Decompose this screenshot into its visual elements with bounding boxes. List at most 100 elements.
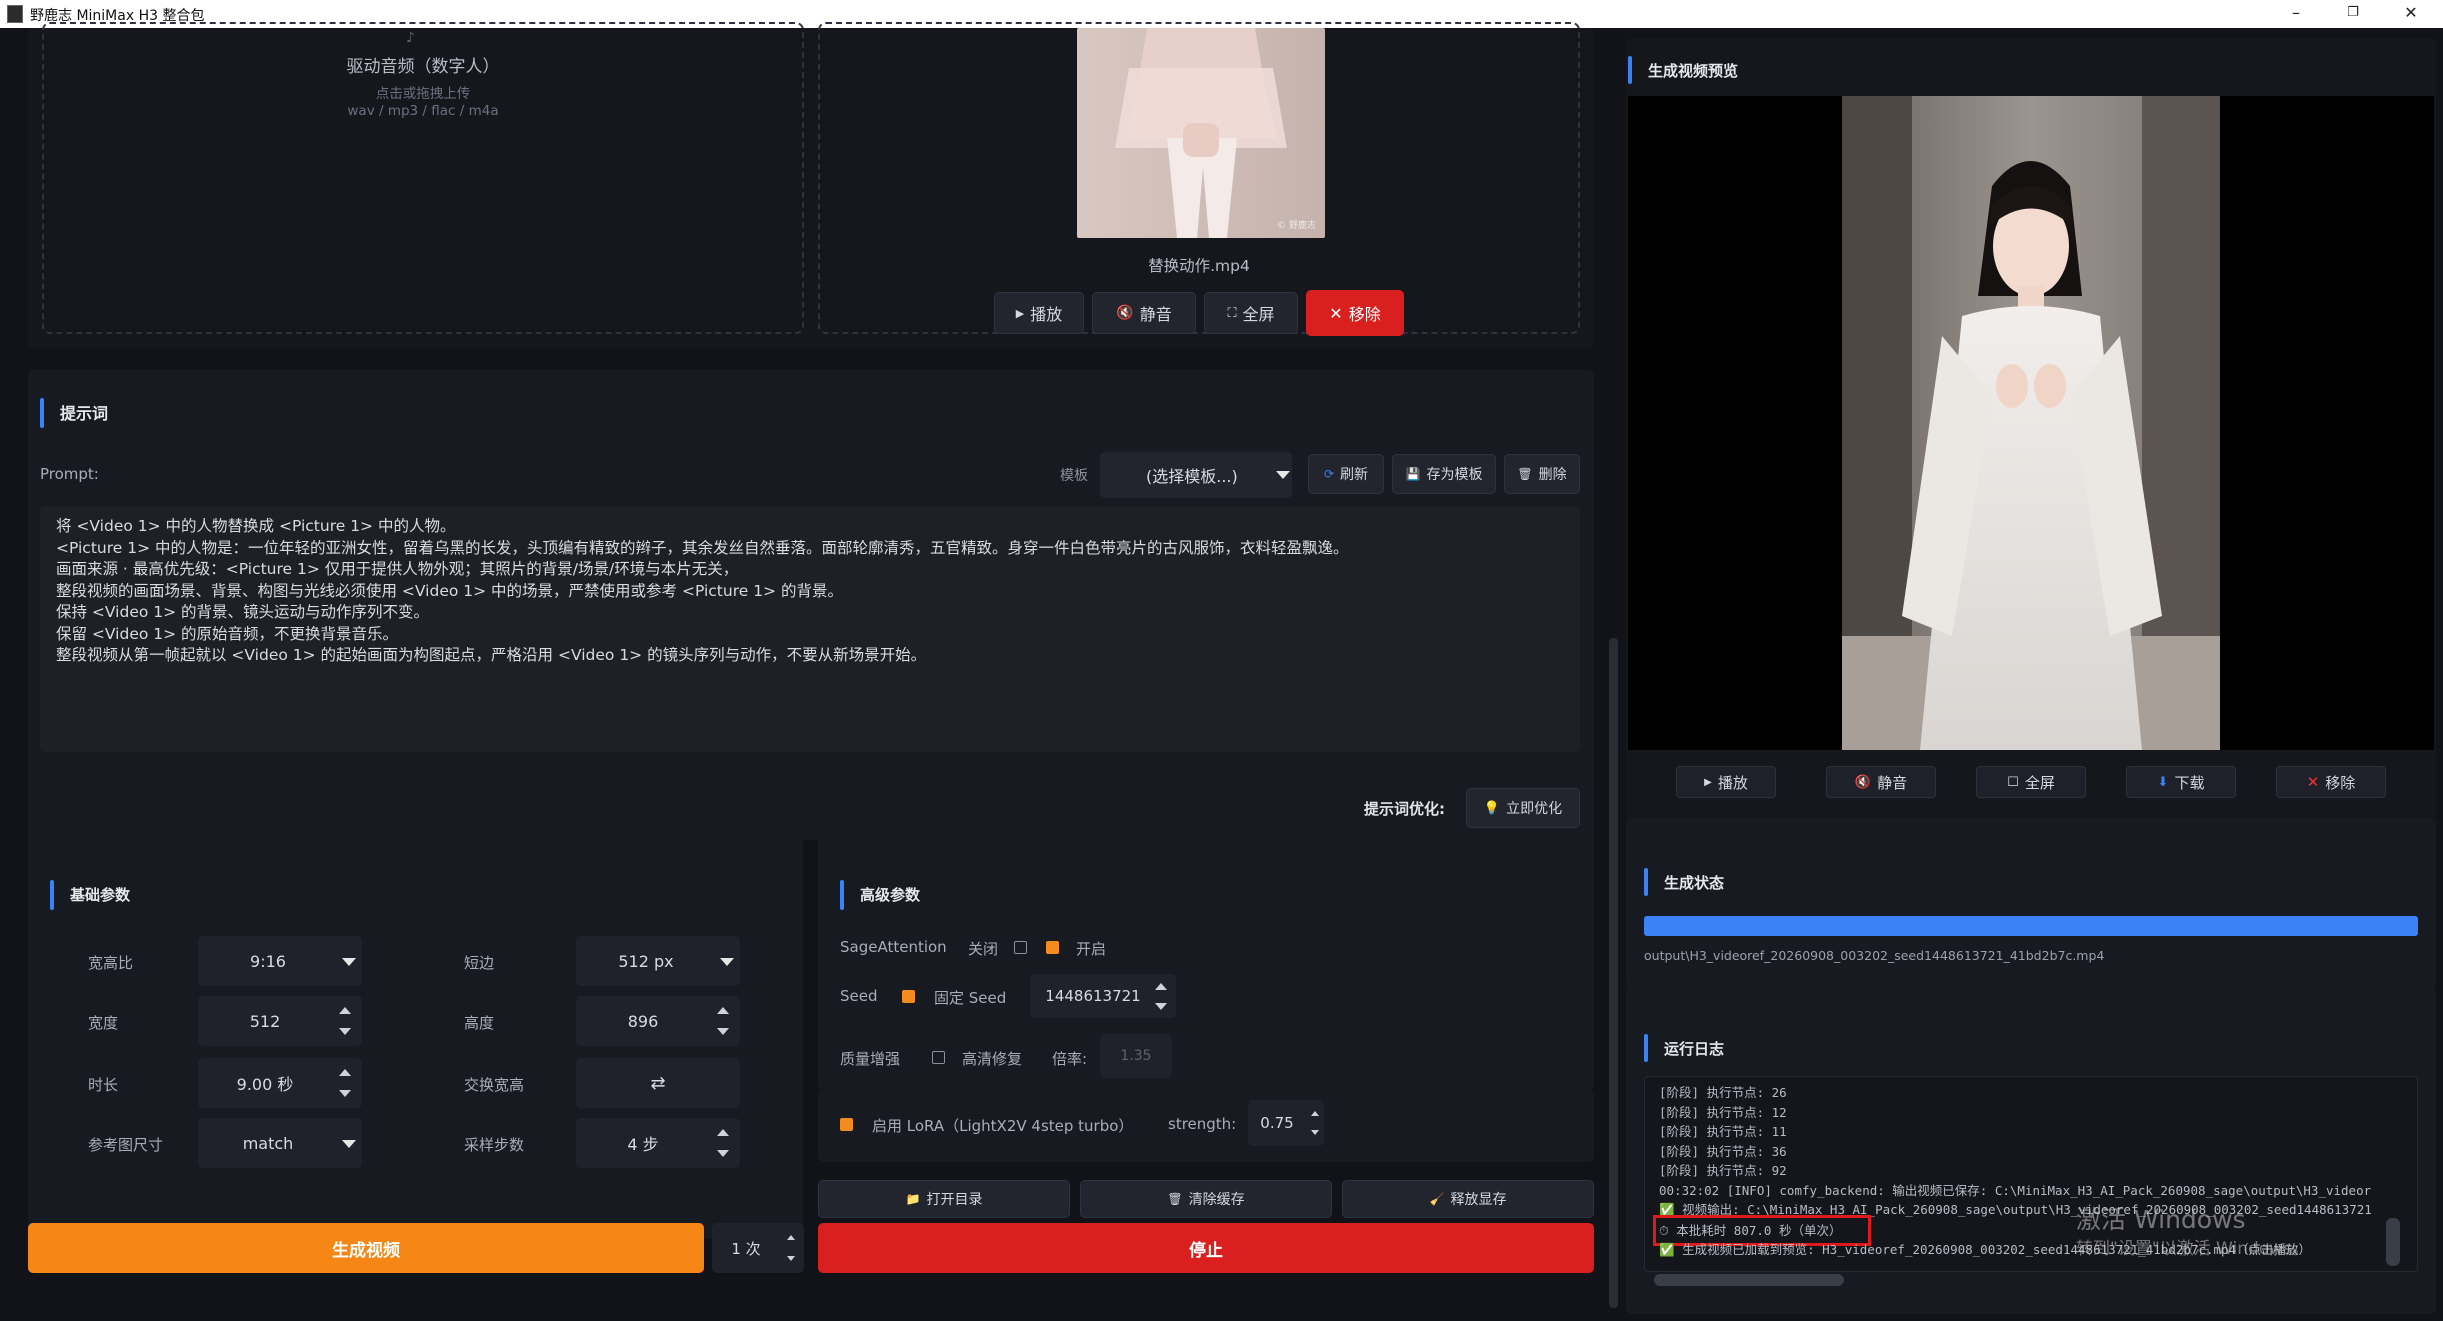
preview-mute-button[interactable]: 🔇 静音 — [1826, 766, 1936, 798]
output-path: output\H3_videoref_20260908_003202_seed1… — [1644, 948, 2105, 963]
app-icon — [7, 5, 23, 23]
ref-size-label: 参考图尺寸 — [88, 1136, 164, 1154]
preview-remove-button[interactable]: ✕ 移除 — [2276, 766, 2386, 798]
sage-off-checkbox[interactable] — [1014, 941, 1027, 954]
log-line: [阶段] 执行节点: 92 — [1659, 1163, 1787, 1178]
strength-stepper[interactable] — [1304, 1104, 1326, 1142]
prompt-label: Prompt: — [40, 465, 99, 483]
ref-size-select[interactable]: match — [198, 1118, 362, 1168]
caret-up-icon[interactable] — [717, 1129, 729, 1136]
seed-stepper[interactable] — [1150, 976, 1172, 1016]
log-line: [阶段] 执行节点: 11 — [1659, 1124, 1787, 1139]
ratio-input[interactable]: 1.35 — [1100, 1034, 1172, 1078]
close-icon: ✕ — [1329, 303, 1343, 323]
height-stepper[interactable] — [712, 1000, 734, 1042]
progress-fill — [1644, 916, 2418, 936]
fixed-seed-checkbox[interactable] — [902, 990, 915, 1003]
sage-on-checkbox[interactable] — [1046, 941, 1059, 954]
caret-down-icon[interactable] — [717, 1150, 729, 1157]
upload-title: 驱动音频（数字人） — [346, 57, 500, 77]
caret-up-icon[interactable] — [1311, 1111, 1319, 1116]
steps-label: 采样步数 — [464, 1136, 525, 1154]
broom-icon: 🧹 — [1429, 1192, 1445, 1206]
prompt-line: 画面来源 · 最高优先级：<Picture 1> 仅用于提供人物外观；其照片的背… — [56, 560, 739, 578]
log-line: 00:32:02 [INFO] comfy_backend: 输出视频已保存: … — [1659, 1182, 2372, 1198]
prompt-line: 整段视频从第一帧起就以 <Video 1> 的起始画面为构图起点，严格沿用 <V… — [56, 646, 927, 664]
caret-up-icon[interactable] — [787, 1235, 795, 1240]
caret-down-icon[interactable] — [717, 1028, 729, 1035]
caret-up-icon[interactable] — [339, 1007, 351, 1014]
save-icon: 💾 — [1405, 467, 1421, 481]
trash-icon: 🗑 — [1517, 467, 1533, 481]
caret-down-icon[interactable] — [1311, 1130, 1319, 1135]
refresh-icon: ⟳ — [1323, 467, 1335, 481]
lora-panel: 启用 LoRA（LightX2V 4step turbo） strength: … — [818, 1088, 1594, 1162]
caret-down-icon[interactable] — [1155, 1002, 1167, 1010]
swap-dimensions-button[interactable]: ⇄ — [576, 1058, 740, 1108]
optimize-button[interactable]: 💡 立即优化 — [1466, 788, 1580, 828]
caret-down-icon[interactable] — [787, 1256, 795, 1261]
lora-checkbox[interactable] — [840, 1118, 853, 1131]
section-accent — [40, 398, 44, 428]
prompt-textarea[interactable]: 将 <Video 1> 中的人物替换成 <Picture 1> 中的人物。 <P… — [40, 506, 1580, 752]
prompt-line: 将 <Video 1> 中的人物替换成 <Picture 1> 中的人物。 — [56, 517, 456, 535]
template-select[interactable]: (选择模板...) — [1100, 452, 1292, 498]
motion-remove-button[interactable]: ✕ 移除 — [1306, 290, 1404, 336]
activation-watermark-sub: 转到"设置"以激活 Windows。 — [2076, 1239, 2309, 1259]
log-vertical-scrollbar[interactable] — [2386, 1218, 2400, 1266]
left-scrollbar[interactable] — [1609, 638, 1618, 1308]
basic-params-panel: 基础参数 宽高比 9:16 短边 512 px 宽度 512 高度 896 时长… — [28, 828, 803, 1238]
motion-fullscreen-button[interactable]: ⛶ 全屏 — [1204, 292, 1298, 334]
delete-template-button[interactable]: 🗑 删除 — [1504, 454, 1580, 494]
log-horizontal-scrollbar[interactable] — [1654, 1274, 1844, 1286]
log-panel: 运行日志 [阶段] 执行节点: 26 [阶段] 执行节点: 12 [阶段] 执行… — [1626, 984, 2436, 1314]
motion-play-button[interactable]: ▶ 播放 — [994, 292, 1084, 334]
restore-button[interactable]: ❐ — [2330, 0, 2376, 28]
duration-label: 时长 — [88, 1076, 119, 1094]
download-icon: ⬇ — [2157, 774, 2169, 790]
audio-upload-zone[interactable]: ♪ 驱动音频（数字人） 点击或拖拽上传 wav / mp3 / flac / m… — [42, 22, 804, 334]
generate-button[interactable]: 生成视频 — [28, 1223, 704, 1273]
motion-mute-button[interactable]: 🔇 静音 — [1092, 292, 1196, 334]
width-stepper[interactable] — [334, 1000, 356, 1042]
stop-button[interactable]: 停止 — [818, 1223, 1594, 1273]
open-dir-button[interactable]: 📁 打开目录 — [818, 1180, 1070, 1218]
caret-up-icon[interactable] — [1155, 982, 1167, 990]
duration-stepper[interactable] — [334, 1062, 356, 1104]
save-template-button[interactable]: 💾 存为模板 — [1392, 454, 1496, 494]
motion-video-zone: © 野鹿志 替换动作.mp4 — [818, 22, 1580, 334]
preview-video-player[interactable] — [1628, 96, 2434, 750]
caret-down-icon[interactable] — [339, 1090, 351, 1097]
caret-up-icon[interactable] — [717, 1007, 729, 1014]
short-side-select[interactable]: 512 px — [576, 936, 740, 986]
section-accent — [1644, 868, 1648, 896]
template-label: 模板 — [1060, 468, 1088, 484]
speaker-icon: 🔇 — [1116, 305, 1134, 321]
log-section-title: 运行日志 — [1664, 1040, 1725, 1058]
aspect-select[interactable]: 9:16 — [198, 936, 362, 986]
caret-down-icon[interactable] — [339, 1028, 351, 1035]
preview-play-button[interactable]: ▶ 播放 — [1676, 766, 1776, 798]
status-panel: 生成状态 output\H3_videoref_20260908_003202_… — [1626, 818, 2436, 988]
template-refresh-button[interactable]: ⟳ 刷新 — [1308, 454, 1384, 494]
caret-up-icon[interactable] — [339, 1069, 351, 1076]
preview-download-button[interactable]: ⬇ 下载 — [2126, 766, 2236, 798]
preview-fullscreen-button[interactable]: ☐ 全屏 — [1976, 766, 2086, 798]
sage-on-label: 开启 — [1076, 940, 1107, 958]
hires-checkbox[interactable] — [932, 1051, 945, 1064]
close-window-button[interactable]: ✕ — [2388, 0, 2434, 28]
clear-cache-button[interactable]: 🗑 清除缓存 — [1080, 1180, 1332, 1218]
basic-section-title: 基础参数 — [70, 886, 131, 904]
folder-icon: 📁 — [905, 1192, 921, 1206]
minimize-button[interactable]: – — [2273, 0, 2319, 28]
advanced-section-title: 高级参数 — [860, 886, 921, 904]
steps-stepper[interactable] — [712, 1122, 734, 1164]
optimize-label: 提示词优化: — [1364, 800, 1445, 818]
free-vram-button[interactable]: 🧹 释放显存 — [1342, 1180, 1594, 1218]
section-accent — [1628, 56, 1632, 84]
motion-video-thumbnail[interactable]: © 野鹿志 — [1077, 28, 1325, 238]
log-line: [阶段] 执行节点: 26 — [1659, 1085, 1787, 1100]
ratio-label: 倍率: — [1052, 1050, 1088, 1068]
height-label: 高度 — [464, 1014, 495, 1032]
count-stepper[interactable] — [780, 1227, 802, 1269]
